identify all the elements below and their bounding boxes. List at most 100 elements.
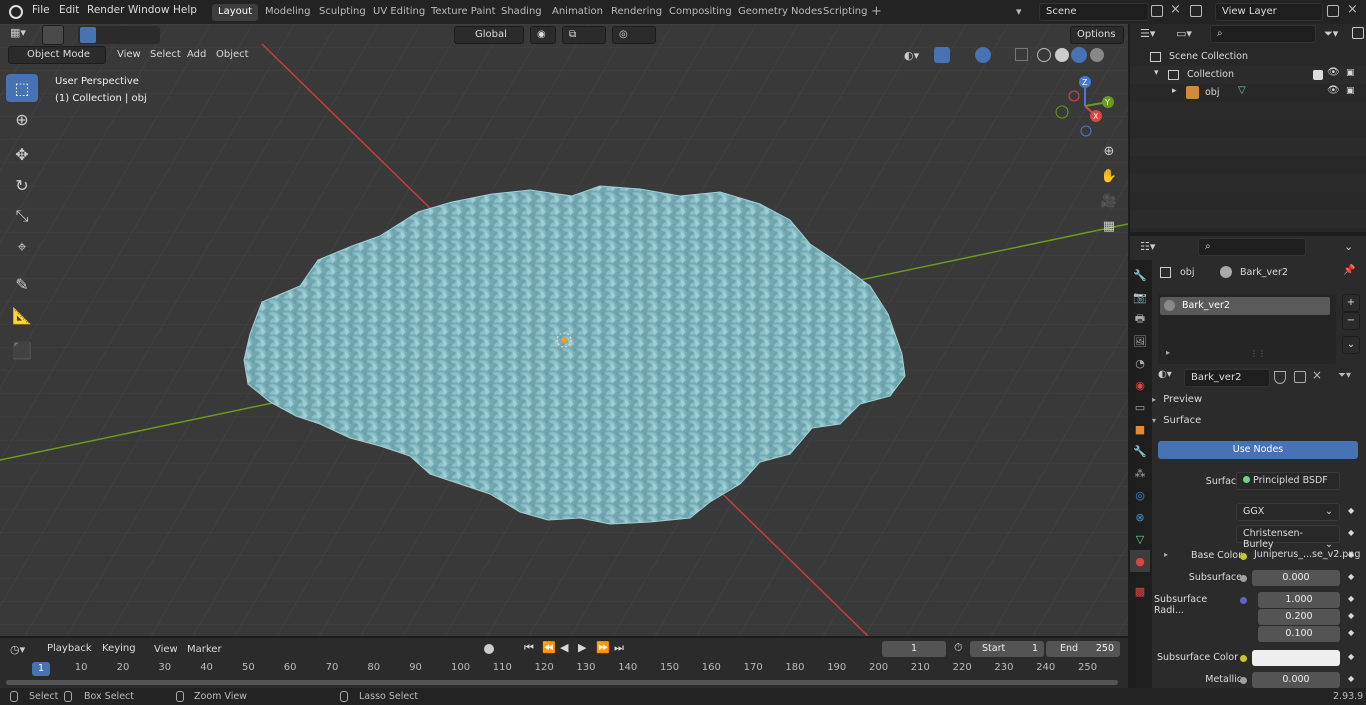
pivot-point-button[interactable]: ◉ [530,26,556,44]
surface-shader-field[interactable]: Principled BSDF [1236,472,1340,490]
distribution-select[interactable]: GGX ⌄ [1236,503,1340,521]
material-filter-icon[interactable]: ⏷▾ [1338,370,1351,381]
transform-orientation-select[interactable]: Global [454,26,524,44]
measure-tool[interactable]: 📐 [6,301,38,329]
list-resize-handle[interactable]: ⋮⋮ [1250,349,1266,358]
panel-preview-header[interactable]: ▸ Preview [1152,394,1362,414]
tab-scripting[interactable]: Scripting [817,4,873,21]
tab-sculpting[interactable]: Sculpting [313,4,372,21]
slot-specials-button[interactable]: ⌄ [1342,336,1360,354]
move-tool[interactable]: ✥ [6,140,38,168]
keyframe-dot-icon[interactable]: ◆ [1348,652,1354,661]
end-frame-field[interactable]: End 250 [1046,641,1120,657]
physics-tab-icon[interactable]: ◎ [1130,484,1150,506]
world-tab-icon[interactable]: ◉ [1130,374,1150,396]
menu-render[interactable]: Render [87,4,124,16]
camera-render-icon[interactable]: ▣ [1346,86,1355,96]
options-button[interactable]: Options [1070,26,1124,44]
display-mode-icon[interactable]: ▭▾ [1176,27,1192,40]
expand-arrow-icon[interactable]: ▸ [1172,86,1177,96]
exclude-checkbox[interactable] [1313,70,1323,80]
outliner-row-scene[interactable]: Scene Collection [1130,48,1366,66]
menu-window[interactable]: Window [128,4,169,16]
keying-menu[interactable]: Keying [96,641,146,659]
menu-file[interactable]: File [32,4,50,16]
select-modes-group[interactable] [78,26,160,44]
keyframe-dot-icon[interactable]: ◆ [1348,594,1354,603]
play-reverse-icon[interactable]: ◀ [560,641,568,654]
subsurface-radius-y-field[interactable]: 0.200 [1258,609,1340,625]
keyframe-dot-icon[interactable]: ◆ [1348,506,1354,515]
auto-keying-icon[interactable] [484,644,494,654]
metallic-value-field[interactable]: 0.000 [1252,672,1340,688]
scene-field[interactable]: Scene [1039,3,1149,21]
material-browse-icon[interactable]: ◐▾ [1158,369,1182,387]
jump-end-icon[interactable]: ⏭ [614,641,624,655]
start-frame-field[interactable]: Start 1 [970,641,1044,657]
timeline-menu-marker[interactable]: Marker [187,644,222,655]
viewport-menu-add[interactable]: Add [187,49,206,60]
viewport-menu-view[interactable]: View [117,49,141,60]
timeline-scrollbar[interactable] [6,680,1118,685]
keyframe-dot-icon[interactable]: ◆ [1348,572,1354,581]
tab-rendering[interactable]: Rendering [605,4,668,21]
subsurface-radius-z-field[interactable]: 0.100 [1258,626,1340,642]
properties-options-icon[interactable]: ⌄ [1344,240,1353,253]
visibility-icon[interactable]: ◐▾ [904,49,919,62]
editor-type-button[interactable]: ▦▾ [10,26,36,44]
tab-layout[interactable]: Layout [212,4,258,21]
tab-geometry-nodes[interactable]: Geometry Nodes [732,4,828,21]
tab-texture-paint[interactable]: Texture Paint [425,4,502,21]
menu-help[interactable]: Help [173,4,197,16]
proportional-edit-button[interactable]: ◎ [612,26,656,44]
rotate-tool[interactable]: ↻ [6,171,38,199]
next-keyframe-icon[interactable]: ⏩ [596,641,610,654]
metallic-socket-icon[interactable] [1240,677,1247,684]
view-layer-field[interactable]: View Layer [1215,3,1323,21]
camera-render-icon[interactable]: ▣ [1346,68,1355,78]
preview-range-icon[interactable]: ⏱ [954,641,963,655]
material-tab-icon[interactable]: ● [1130,550,1150,572]
outliner-row-collection[interactable]: ▾ Collection 👁 ▣ [1130,66,1366,84]
camera-icon[interactable]: 🎥 [1098,190,1120,212]
jump-start-icon[interactable]: ⏮ [524,641,534,655]
keyframe-dot-icon[interactable]: ◆ [1348,550,1354,559]
keyframe-dot-icon[interactable]: ◆ [1348,611,1354,620]
view-layer-tab-icon[interactable]: 🖼 [1130,330,1150,352]
subsurface-socket-icon[interactable] [1240,575,1247,582]
annotate-tool[interactable]: ✎ [6,270,38,298]
3d-viewport[interactable]: ▦▾ Global ◉ ⧉ ◎ Options Object Mode View… [0,24,1128,636]
outliner-editor-icon[interactable]: ☰▾ [1140,27,1155,40]
scene-icon[interactable]: ▾ [1016,5,1036,19]
tab-compositing[interactable]: Compositing [663,4,738,21]
select-tool-mode-button[interactable] [42,25,64,45]
base-color-texture[interactable]: Juniperus_...se_v2.png [1254,549,1360,560]
tool-tab-icon[interactable]: 🔧 [1130,264,1150,286]
pan-hand-icon[interactable]: ✋ [1098,165,1120,187]
gizmo-toggle-icon[interactable] [934,47,950,63]
material-slot-row[interactable]: Bark_ver2 [1160,297,1330,315]
new-collection-icon[interactable] [1352,27,1364,39]
outliner-row-obj[interactable]: ▸ obj ▽ 👁 ▣ [1130,84,1366,102]
particles-tab-icon[interactable]: ⁂ [1130,462,1150,484]
close-scene-icon[interactable]: × [1170,2,1181,17]
object-tab-icon[interactable]: ■ [1130,418,1150,440]
overlay-toggle-icon[interactable] [975,47,991,63]
navigation-gizmo[interactable]: Z Y X [1050,76,1120,138]
duplicate-material-icon[interactable] [1294,371,1306,383]
constraints-tab-icon[interactable]: ⊗ [1130,506,1150,528]
keyframe-dot-icon[interactable]: ◆ [1348,628,1354,637]
expand-arrow-icon[interactable]: ▾ [1154,68,1159,78]
prev-keyframe-icon[interactable]: ⏪ [542,641,556,654]
render-tab-icon[interactable]: 📷 [1130,286,1150,308]
mode-select[interactable]: Object Mode [8,46,106,64]
subsurface-color-socket-icon[interactable] [1240,655,1247,662]
eye-icon[interactable]: 👁 [1327,67,1340,78]
timeline-editor-icon[interactable]: ◷▾ [10,643,25,656]
viewport-menu-object[interactable]: Object [216,49,249,60]
subsurface-value-field[interactable]: 0.000 [1252,570,1340,586]
pin-icon[interactable]: 📌 [1343,265,1355,276]
list-expand-icon[interactable]: ▸ [1166,348,1170,357]
tab-uv-editing[interactable]: UV Editing [367,4,431,21]
select-box-tool[interactable]: ⬚ [6,74,38,102]
